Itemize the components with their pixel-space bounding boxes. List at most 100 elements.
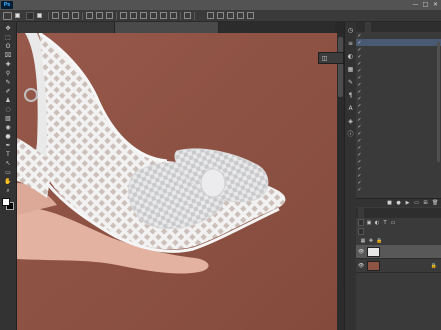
layer-row[interactable]: 👁 🔒 <box>356 259 441 273</box>
3d-rotate-icon[interactable] <box>207 12 214 19</box>
action-toggle-icon[interactable]: ✓ <box>356 131 363 137</box>
color-swatches[interactable] <box>1 198 15 211</box>
type-tool-icon[interactable]: T <box>2 151 15 159</box>
play-icon[interactable]: ▶ <box>405 200 410 206</box>
scrollbar-thumb[interactable] <box>338 37 343 97</box>
align-left-icon[interactable] <box>86 12 93 19</box>
action-row[interactable]: ✓ <box>356 151 441 158</box>
auto-select-checkbox[interactable] <box>15 13 20 18</box>
filter-type-icon[interactable]: T <box>382 220 388 226</box>
maximize-button[interactable]: □ <box>421 1 430 9</box>
action-toggle-icon[interactable]: ✓ <box>356 33 363 39</box>
panel-scrollbar[interactable] <box>437 42 440 162</box>
document-canvas[interactable] <box>17 33 337 330</box>
eyedropper-tool-icon[interactable]: ⚲ <box>2 70 15 78</box>
rectangle-tool-icon[interactable]: ▭ <box>2 169 15 177</box>
distribute-center-icon[interactable] <box>130 12 137 19</box>
tab-history[interactable] <box>365 22 371 32</box>
action-toggle-icon[interactable]: ✓ <box>356 117 363 123</box>
action-toggle-icon[interactable]: ✓ <box>356 68 363 74</box>
action-toggle-icon[interactable]: ✓ <box>356 61 363 67</box>
distribute-hcenter-icon[interactable] <box>160 12 167 19</box>
action-row[interactable]: ✓ <box>356 67 441 74</box>
document-tab-active[interactable] <box>115 22 219 33</box>
adjustments-panel-icon[interactable]: ◐ <box>346 52 355 61</box>
new-action-icon[interactable]: ⊞ <box>423 200 428 206</box>
action-toggle-icon[interactable]: ✓ <box>356 152 363 158</box>
action-toggle-icon[interactable]: ✓ <box>356 96 363 102</box>
action-row[interactable]: ✓ <box>356 88 441 95</box>
trash-icon[interactable]: 🗑 <box>432 200 438 206</box>
tab-layers[interactable] <box>358 208 364 218</box>
lock-position-icon[interactable]: ✥ <box>368 238 374 244</box>
canvas-vertical-scrollbar[interactable] <box>337 33 344 330</box>
quick-select-tool-icon[interactable]: ⌧ <box>2 52 15 60</box>
gradient-tool-icon[interactable]: ◉ <box>2 124 15 132</box>
healing-brush-tool-icon[interactable]: ✎ <box>2 79 15 87</box>
distribute-left-icon[interactable] <box>150 12 157 19</box>
visibility-eye-icon[interactable]: 👁 <box>358 249 364 255</box>
align-right-icon[interactable] <box>106 12 113 19</box>
paragraph-panel-icon[interactable]: ¶ <box>346 91 355 100</box>
record-icon[interactable]: ● <box>396 200 401 206</box>
action-row[interactable]: ✓ <box>356 95 441 102</box>
document-tab[interactable] <box>17 22 115 33</box>
action-toggle-icon[interactable]: ✓ <box>356 138 363 144</box>
action-toggle-icon[interactable]: ✓ <box>356 110 363 116</box>
action-toggle-icon[interactable]: ✓ <box>356 40 363 46</box>
history-brush-tool-icon[interactable]: ◌ <box>2 106 15 114</box>
brush-tool-icon[interactable]: ✐ <box>2 88 15 96</box>
move-tool-icon[interactable]: ✥ <box>2 25 15 33</box>
action-toggle-icon[interactable]: ✓ <box>356 54 363 60</box>
show-transform-checkbox[interactable] <box>37 13 42 18</box>
distribute-bottom-icon[interactable] <box>140 12 147 19</box>
action-row[interactable]: ✓ <box>356 165 441 172</box>
swatches-panel-icon[interactable]: ▦ <box>346 65 355 74</box>
action-row[interactable]: ✓ <box>356 46 441 53</box>
action-toggle-icon[interactable]: ✓ <box>356 180 363 186</box>
action-row[interactable]: ✓ <box>356 144 441 151</box>
auto-align-icon[interactable] <box>184 12 191 19</box>
stop-icon[interactable]: ■ <box>387 200 392 206</box>
action-row[interactable]: ✓ <box>356 53 441 60</box>
action-row[interactable]: ✓ <box>356 60 441 67</box>
action-row[interactable]: ✓ <box>356 158 441 165</box>
tab-channels[interactable] <box>365 208 371 218</box>
minimize-button[interactable]: — <box>411 1 420 9</box>
brush-panel-icon[interactable]: ✎ <box>346 78 355 87</box>
align-top-icon[interactable] <box>52 12 59 19</box>
lock-all-icon[interactable]: 🔒 <box>376 238 382 244</box>
lock-pixels-icon[interactable]: ▦ <box>360 238 366 244</box>
action-row[interactable]: ✓ <box>356 186 441 193</box>
3d-roll-icon[interactable] <box>217 12 224 19</box>
action-toggle-icon[interactable]: ✓ <box>356 173 363 179</box>
history-panel-icon[interactable]: ◷ <box>346 26 355 35</box>
collapsed-panel-flyout[interactable]: ◫ <box>318 52 344 64</box>
action-row[interactable]: ✓ <box>356 130 441 137</box>
align-center-icon[interactable] <box>96 12 103 19</box>
action-row[interactable]: ✓ <box>356 109 441 116</box>
foreground-color-swatch[interactable] <box>1 198 10 206</box>
action-row[interactable]: ✓ <box>356 172 441 179</box>
eraser-tool-icon[interactable]: ▧ <box>2 115 15 123</box>
move-tool-icon[interactable] <box>3 11 12 20</box>
action-row[interactable]: ✓ <box>356 32 441 39</box>
action-toggle-icon[interactable]: ✓ <box>356 145 363 151</box>
channels-panel-icon[interactable]: ◈ <box>346 117 355 126</box>
action-toggle-icon[interactable]: ✓ <box>356 82 363 88</box>
zoom-tool-icon[interactable]: ⌕ <box>2 187 15 195</box>
blend-mode-select[interactable] <box>358 228 364 235</box>
blur-tool-icon[interactable]: ● <box>2 133 15 141</box>
3d-slide-icon[interactable] <box>237 12 244 19</box>
3d-scale-icon[interactable] <box>247 12 254 19</box>
tab-paths[interactable] <box>372 208 378 218</box>
action-toggle-icon[interactable]: ✓ <box>356 159 363 165</box>
tab-actions[interactable] <box>358 22 364 32</box>
action-row[interactable]: ✓ <box>356 81 441 88</box>
path-select-tool-icon[interactable]: ↖ <box>2 160 15 168</box>
action-toggle-icon[interactable]: ✓ <box>356 103 363 109</box>
action-row[interactable]: ✓ <box>356 137 441 144</box>
action-row[interactable]: ✓ <box>356 179 441 186</box>
filter-shape-icon[interactable]: ▭ <box>390 220 396 226</box>
action-toggle-icon[interactable]: ✓ <box>356 47 363 53</box>
